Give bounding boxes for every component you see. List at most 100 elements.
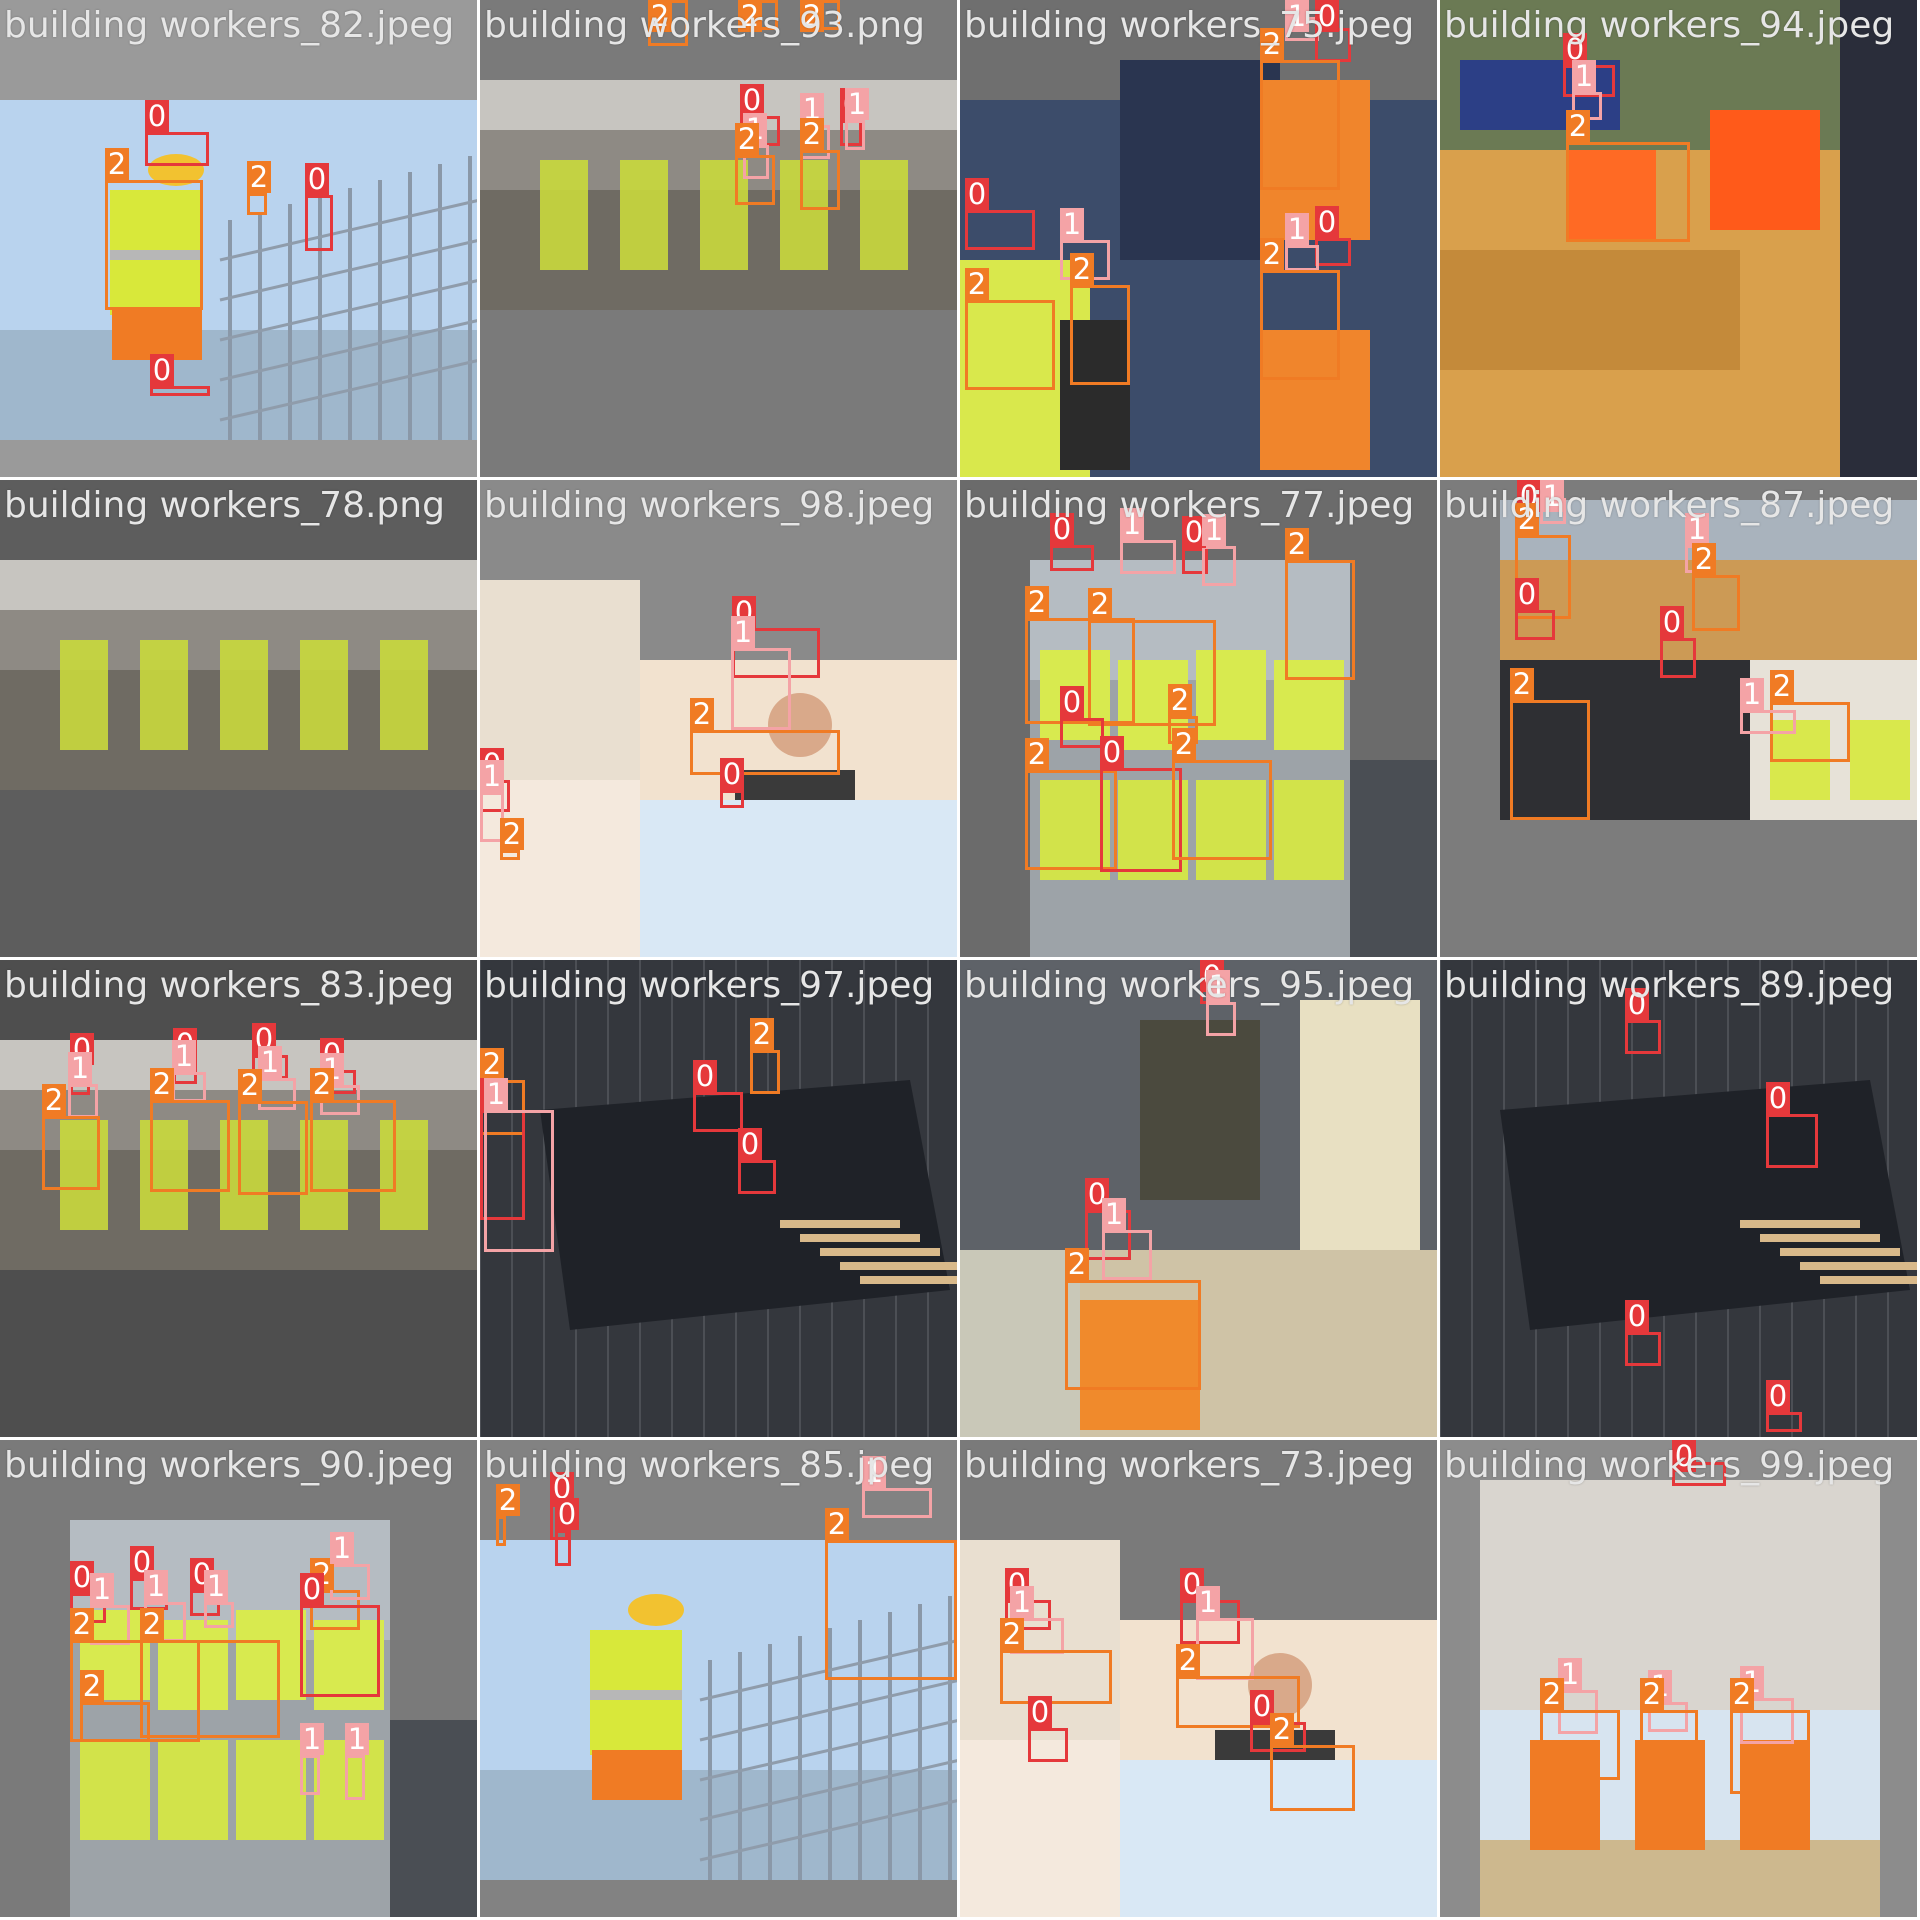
detection-box (555, 1530, 571, 1566)
detection-box (1060, 718, 1104, 748)
detection-class-label: 2 (1025, 738, 1049, 770)
detection-box (845, 120, 865, 150)
detection-box (1206, 1002, 1236, 1036)
detection-box (105, 180, 203, 310)
detection-class-label: 1 (484, 1078, 508, 1110)
detection-box (1065, 1280, 1201, 1390)
scene-image (1440, 960, 1917, 1437)
detection-box (720, 790, 744, 808)
detection-box (1088, 620, 1216, 726)
detection-class-label: 1 (1102, 1198, 1126, 1230)
detection-box (1566, 142, 1690, 242)
detection-class-label: 2 (825, 1508, 849, 1540)
detection-box (1766, 1412, 1802, 1432)
mosaic-tile: building workers_90.jpeg01201201220111 (0, 1440, 480, 1920)
detection-box (1285, 245, 1319, 271)
scene-image (480, 480, 957, 957)
detection-class-label: 2 (1176, 1644, 1200, 1676)
detection-box (1120, 540, 1176, 574)
detection-class-label: 2 (1070, 253, 1094, 285)
detection-class-label: 1 (1010, 1586, 1034, 1618)
mosaic-tile: building workers_97.jpeg201200 (480, 960, 960, 1440)
detection-box (1540, 1710, 1620, 1780)
detection-class-label: 2 (480, 1048, 504, 1080)
detection-class-label: 2 (1285, 528, 1309, 560)
detection-class-label: 2 (750, 1018, 774, 1050)
detection-box (750, 1050, 780, 1094)
detection-class-label: 1 (300, 1723, 324, 1755)
mosaic-tile: building workers_82.jpeg 0 2 2 0 0 (0, 0, 480, 480)
detection-class-label: 0 (1028, 1696, 1052, 1728)
detection-class-label: 0 (738, 1128, 762, 1160)
detection-class-label: 2 (496, 1484, 520, 1516)
detection-box (204, 1602, 234, 1628)
detection-box (172, 1072, 206, 1102)
detection-box (1740, 710, 1796, 734)
scene-image (480, 0, 957, 477)
detection-box (1260, 60, 1340, 190)
detection-class-label: 2 (238, 1069, 262, 1101)
detection-class-label: 2 (1510, 668, 1534, 700)
detection-box (862, 1488, 932, 1518)
mosaic-tile: building workers_85.jpeg 2 0 0 1 2 (480, 1440, 960, 1920)
detection-box (150, 1100, 230, 1192)
detection-class-label: 1 (731, 616, 755, 648)
mosaic-tile: building workers_99.jpeg0121212 (1440, 1440, 1920, 1920)
detection-class-label: 2 (247, 161, 271, 193)
detection-class-label: 0 (145, 100, 169, 132)
detection-class-label: 1 (1285, 213, 1309, 245)
mosaic-tile: building workers_78.png21201202 (0, 480, 480, 960)
detection-class-label: 2 (1065, 1248, 1089, 1280)
detection-class-label: 0 (300, 1573, 324, 1605)
detection-box (731, 648, 791, 730)
detection-class-label: 2 (1566, 110, 1590, 142)
detection-box (738, 1160, 776, 1194)
detection-class-label: 2 (1270, 1713, 1294, 1745)
tile-filename: building workers_95.jpeg (964, 965, 1415, 1006)
scene-image (0, 960, 477, 1437)
scene-image (1440, 1440, 1917, 1917)
detection-box (690, 730, 840, 775)
detection-box (1270, 1745, 1355, 1811)
detection-box (693, 1092, 743, 1132)
mosaic-tile: building workers_98.jpeg0120102 (480, 480, 960, 960)
detection-box (305, 195, 333, 251)
detection-class-label: 1 (345, 1723, 369, 1755)
detection-class-label: 2 (105, 148, 129, 180)
detection-class-label: 0 (1060, 686, 1084, 718)
detection-class-label: 0 (150, 354, 174, 386)
detection-class-label: 0 (720, 758, 744, 790)
detection-class-label: 2 (150, 1068, 174, 1100)
detection-class-label: 1 (144, 1570, 168, 1602)
tile-filename: building workers_99.jpeg (1444, 1445, 1895, 1486)
detection-box (42, 1116, 100, 1190)
detection-box (825, 1540, 957, 1680)
mosaic-tile: building workers_87.jpeg 0 1 2 1 2 0 0 2 2 1 (1440, 480, 1920, 960)
detection-class-label: 2 (1770, 670, 1794, 702)
tile-filename: building workers_94.jpeg (1444, 5, 1895, 46)
detection-class-label: 2 (1260, 238, 1284, 270)
detection-class-label: 2 (1172, 728, 1196, 760)
detection-box (345, 1755, 365, 1800)
detection-class-label: 1 (1060, 208, 1084, 240)
detection-class-label: 2 (690, 698, 714, 730)
detection-box (1730, 1710, 1810, 1794)
detection-box (300, 1605, 380, 1697)
detection-class-label: 0 (1660, 606, 1684, 638)
detection-class-label: 2 (800, 118, 824, 150)
detection-box (68, 1084, 98, 1118)
detection-box (1660, 638, 1696, 678)
detection-box (1028, 1728, 1068, 1762)
detection-class-label: 2 (1640, 1678, 1664, 1710)
detection-box (150, 386, 210, 396)
tile-filename: building workers_77.jpeg (964, 485, 1415, 526)
detection-box (484, 1110, 554, 1252)
detection-class-label: 0 (1515, 578, 1539, 610)
detection-class-label: 1 (1196, 1586, 1220, 1618)
detection-class-label: 0 (1100, 736, 1124, 768)
detection-class-label: 0 (693, 1060, 717, 1092)
tile-filename: building workers_87.jpeg (1444, 485, 1895, 526)
scene-image (0, 0, 477, 477)
mosaic-tile: building workers_83.jpeg012012012012 (0, 960, 480, 1440)
tile-filename: building workers_93.png (484, 5, 925, 46)
